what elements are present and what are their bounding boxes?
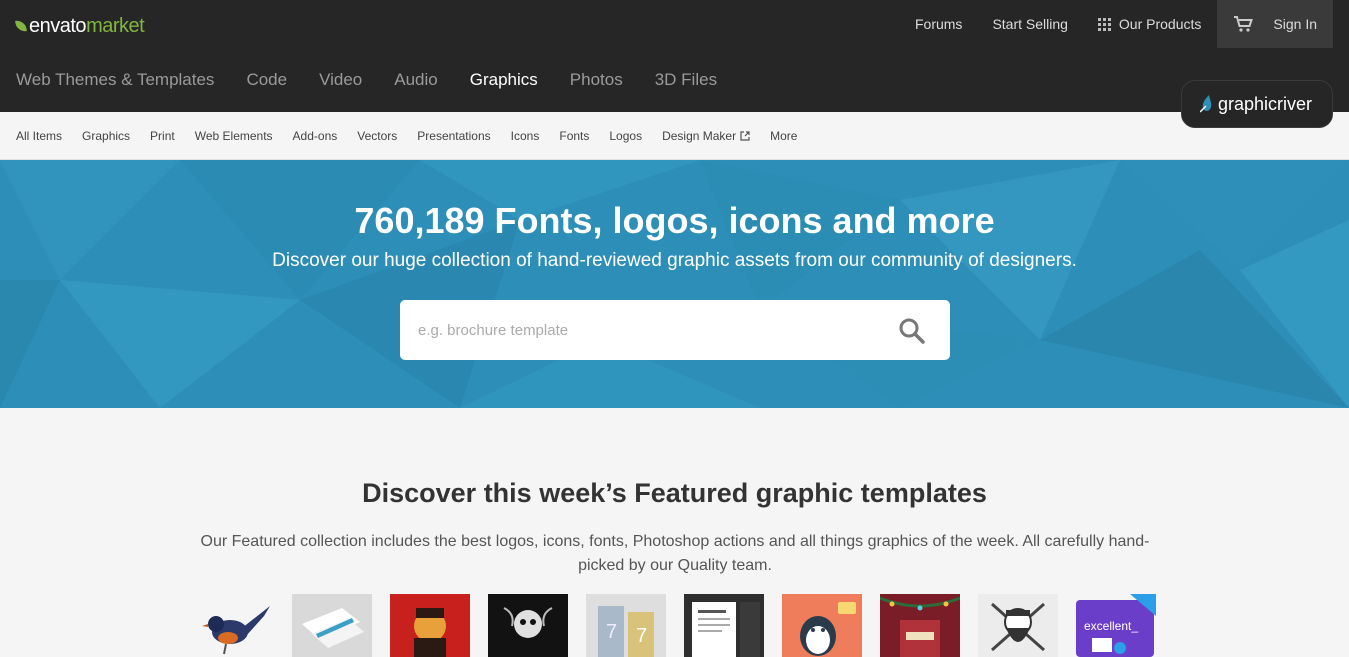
sweater-illustration	[880, 596, 960, 657]
bearded-man-logo	[991, 602, 1045, 652]
subnav-design-maker[interactable]: Design Maker	[662, 129, 750, 143]
svg-text:excellent_: excellent_	[1084, 619, 1138, 633]
subnav-all-items[interactable]: All Items	[16, 129, 62, 143]
category-web-themes[interactable]: Web Themes & Templates	[16, 70, 214, 98]
subnav-presentations[interactable]: Presentations	[417, 129, 490, 143]
resume-mockup	[692, 602, 760, 657]
subnav-design-maker-label: Design Maker	[662, 128, 737, 143]
subnav-logos[interactable]: Logos	[609, 129, 642, 143]
featured-item-portrait-poster[interactable]	[390, 594, 470, 657]
subnav-print[interactable]: Print	[150, 129, 175, 143]
featured-title: Discover this week’s Featured graphic te…	[362, 478, 987, 508]
business-cards-mockup	[302, 608, 364, 648]
graphicriver-drop-icon	[1200, 95, 1212, 113]
featured-item-brochure[interactable]: 7 7	[586, 594, 666, 657]
featured-description: Our Featured collection includes the bes…	[200, 533, 1150, 574]
cart-icon	[1234, 16, 1254, 32]
hero-banner: 760,189 Fonts, logos, icons and more Dis…	[0, 160, 1349, 408]
featured-thumbnails: 7 7 excellent_	[194, 594, 1174, 657]
start-selling-link[interactable]: Start Selling	[992, 16, 1067, 32]
our-products-link[interactable]: Our Products	[1097, 16, 1202, 32]
category-photos[interactable]: Photos	[570, 70, 623, 98]
top-links: Forums Start Selling Our Products Sign I…	[885, 0, 1333, 48]
svg-text:7: 7	[636, 625, 647, 647]
search-icon[interactable]	[898, 317, 926, 345]
skull-illustration	[503, 607, 553, 638]
subnav-fonts[interactable]: Fonts	[559, 129, 589, 143]
featured-item-resume[interactable]	[684, 594, 764, 657]
subnav-web-elements[interactable]: Web Elements	[195, 129, 273, 143]
category-graphics[interactable]: Graphics	[470, 70, 538, 98]
featured-section: Discover this week’s Featured graphic te…	[0, 408, 1349, 657]
leaf-icon	[15, 19, 27, 33]
category-audio[interactable]: Audio	[394, 70, 437, 98]
hero-subtitle: Discover our huge collection of hand-rev…	[272, 250, 1077, 271]
search-box	[400, 300, 950, 360]
featured-item-skull-art[interactable]	[488, 594, 568, 657]
brochure-mockup: 7 7	[598, 606, 654, 657]
subnav-add-ons[interactable]: Add-ons	[293, 129, 338, 143]
grid-icon	[1097, 17, 1111, 31]
graphicriver-label: graphicriver	[1218, 93, 1313, 114]
featured-item-bearded-logo[interactable]	[978, 594, 1058, 657]
logo-word-envato: envato	[29, 14, 87, 37]
category-code[interactable]: Code	[246, 70, 287, 98]
subnav-icons[interactable]: Icons	[511, 129, 540, 143]
envato-market-logo[interactable]: envato market	[15, 14, 145, 38]
featured-item-business-cards[interactable]	[292, 594, 372, 657]
sub-nav: All Items Graphics Print Web Elements Ad…	[0, 112, 1349, 160]
svg-text:7: 7	[606, 621, 617, 643]
category-video[interactable]: Video	[319, 70, 362, 98]
external-link-icon	[740, 130, 750, 141]
logo-word-market: market	[86, 14, 145, 37]
penguin-illustration	[800, 602, 856, 656]
sign-in-label: Sign In	[1273, 16, 1317, 32]
top-bar: envato market Forums Start Selling Our P…	[0, 0, 1349, 112]
hero-title: 760,189 Fonts, logos, icons and more	[354, 200, 995, 241]
subnav-more[interactable]: More	[770, 129, 797, 143]
forums-link[interactable]: Forums	[915, 16, 962, 32]
search-input[interactable]	[418, 318, 868, 342]
subnav-graphics[interactable]: Graphics	[82, 129, 130, 143]
presentation-template: excellent_	[1076, 594, 1156, 657]
featured-item-excellent-template[interactable]: excellent_	[1076, 594, 1156, 657]
featured-item-bird[interactable]	[194, 594, 274, 657]
graphicriver-badge[interactable]: graphicriver	[1181, 80, 1333, 128]
hero-pattern	[0, 160, 1349, 408]
portrait-poster	[414, 608, 446, 657]
our-products-label: Our Products	[1118, 16, 1202, 32]
featured-item-sweater[interactable]	[880, 594, 960, 657]
bird-illustration	[202, 606, 270, 655]
sign-in-button[interactable]: Sign In	[1217, 0, 1333, 48]
category-3d-files[interactable]: 3D Files	[655, 70, 717, 98]
subnav-vectors[interactable]: Vectors	[357, 129, 397, 143]
category-nav: Web Themes & Templates Code Video Audio …	[16, 70, 749, 98]
featured-item-penguin[interactable]	[782, 594, 862, 657]
